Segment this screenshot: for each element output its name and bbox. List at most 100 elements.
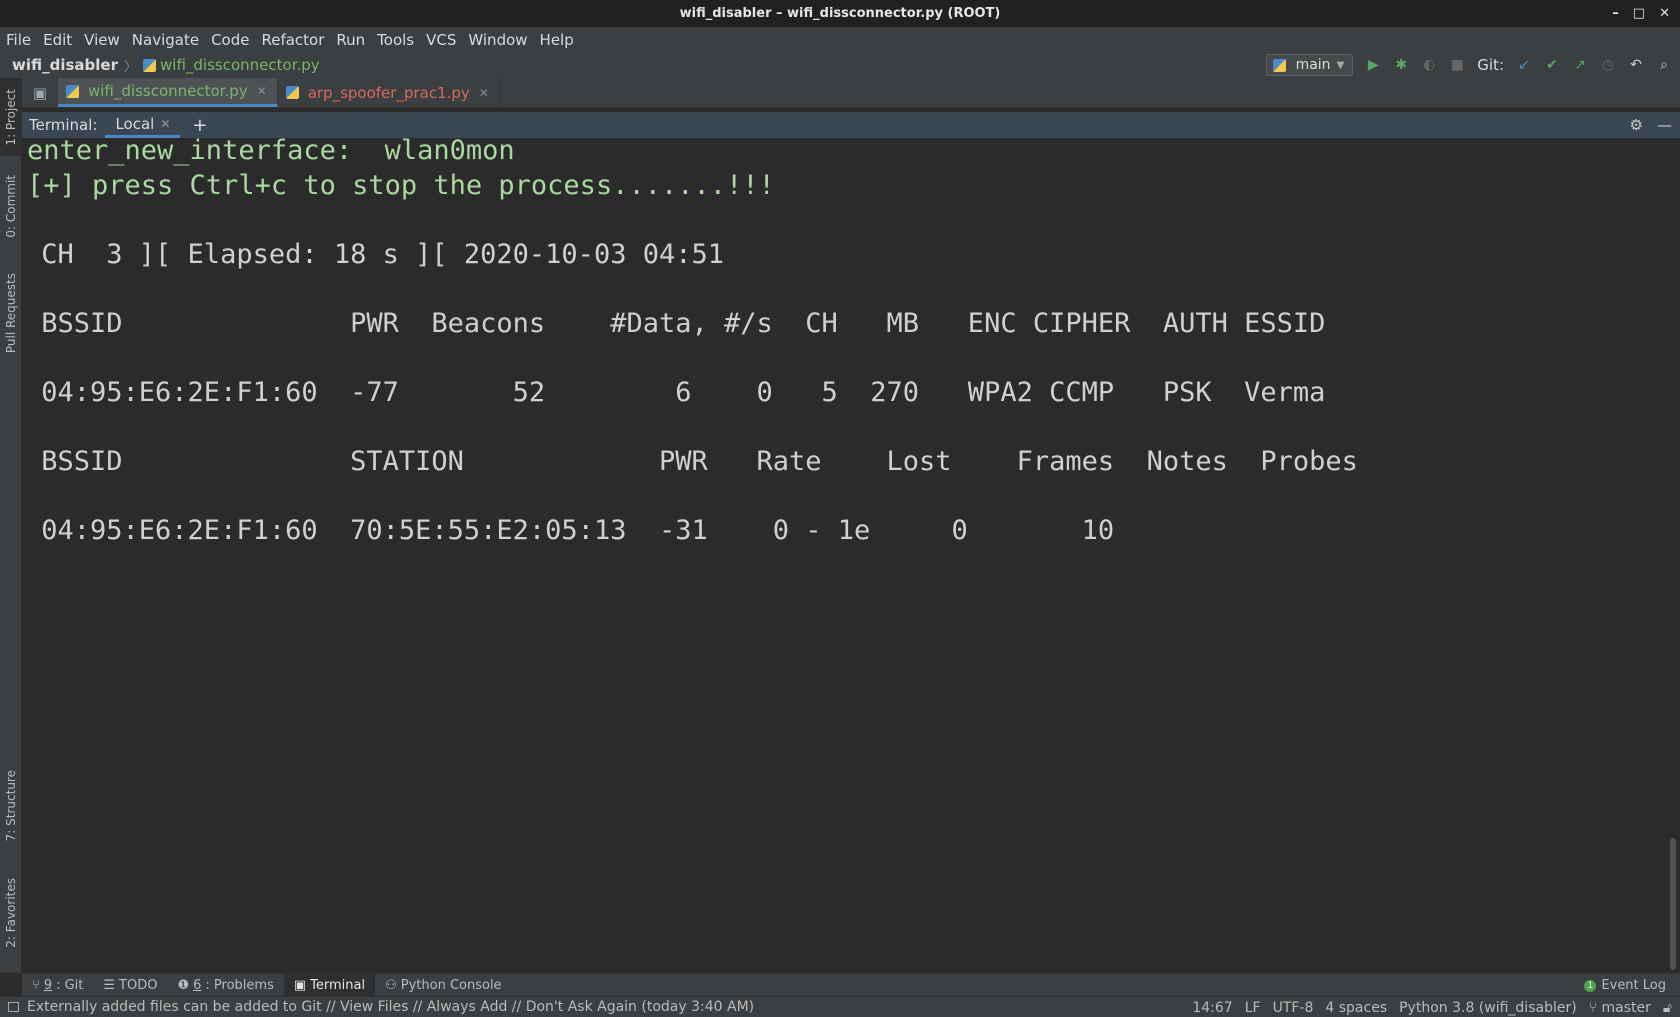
caret-position[interactable]: 14:67 [1192, 1000, 1232, 1016]
python-file-icon [143, 58, 157, 72]
close-tab-icon[interactable]: ✕ [257, 84, 267, 98]
tool-window-todo-label: TODO [119, 977, 158, 993]
terminal-line-station-header: BSSID STATION PWR Rate Lost Frames Notes… [25, 446, 1358, 477]
lock-icon[interactable]: 🔓︎ [1663, 1000, 1672, 1016]
stop-icon[interactable]: ■ [1449, 57, 1465, 73]
menu-view[interactable]: View [84, 31, 120, 49]
terminal-icon: ▣ [293, 977, 307, 993]
breadcrumb-file[interactable]: wifi_dissconnector.py [160, 56, 320, 74]
terminal-line-interface: enter_new_interface: wlan0mon [27, 135, 515, 166]
close-tab-icon[interactable]: ✕ [160, 117, 170, 131]
terminal-output[interactable]: enter_new_interface: wlan0mon [+] press … [22, 135, 1680, 973]
indent-setting[interactable]: 4 spaces [1325, 1000, 1387, 1016]
terminal-line-status: CH 3 ][ Elapsed: 18 s ][ 2020-10-03 04:5… [25, 239, 724, 270]
search-icon[interactable]: ⌕ [1656, 57, 1672, 73]
tool-tab-commit-label: 0: Commit [4, 174, 18, 238]
terminal-line-stop-hint: [+] press Ctrl+c to stop the process....… [27, 170, 775, 201]
git-branch-widget[interactable]: ⑂ master [1589, 1000, 1651, 1016]
tool-tab-project[interactable]: 1: Project [0, 78, 22, 156]
gear-icon[interactable]: ⚙ [1630, 116, 1643, 134]
toggle-tool-windows-icon[interactable] [8, 1002, 19, 1012]
close-button[interactable]: ✕ [1659, 0, 1670, 27]
git-branch-name: master [1601, 999, 1651, 1016]
terminal-scrollbar[interactable] [1670, 838, 1676, 970]
git-update-icon[interactable]: ↙ [1516, 57, 1532, 73]
coverage-icon[interactable]: ◐ [1421, 57, 1437, 73]
breadcrumb-separator-icon: 〉 [124, 59, 138, 75]
hide-icon[interactable]: — [1657, 116, 1672, 134]
tool-tab-structure[interactable]: 7: Structure [0, 761, 22, 851]
python-icon [1272, 58, 1286, 72]
tool-tab-pull-requests-label: Pull Requests [4, 272, 18, 354]
window-title: wifi_disabler – wifi_dissconnector.py (R… [679, 6, 1001, 21]
menu-refactor[interactable]: Refactor [261, 31, 324, 49]
menu-navigate[interactable]: Navigate [132, 31, 199, 49]
tool-window-bar: ⑂ 9: Git ☰ TODO ❶ 6: Problems ▣ Terminal… [22, 973, 1680, 997]
menu-run[interactable]: Run [336, 31, 365, 49]
list-icon: ☰ [103, 977, 116, 993]
tool-window-git-label: : Git [56, 977, 84, 993]
editor-tabs: ▣ wifi_dissconnector.py ✕ arp_spoofer_pr… [22, 78, 1680, 108]
run-configuration-select[interactable]: main ▼ [1265, 54, 1354, 76]
toolbar-actions: main ▼ ▶ ✱ ◐ ■ Git: ↙ ✔ ↗ ◷ ↶ ⌕ [1265, 54, 1672, 76]
python-file-icon [66, 84, 79, 98]
debug-icon[interactable]: ✱ [1393, 57, 1409, 73]
git-commit-icon[interactable]: ✔ [1544, 57, 1560, 73]
editor-tab-label: arp_spoofer_prac1.py [307, 83, 470, 102]
terminal-header-actions: ⚙ — [1630, 112, 1672, 138]
tool-window-problems-label: : Problems [205, 977, 274, 993]
terminal-line-ap-header: BSSID PWR Beacons #Data, #/s CH MB ENC C… [25, 308, 1326, 339]
status-message-area[interactable]: Externally added files can be added to G… [0, 999, 754, 1015]
minimize-button[interactable]: – [1612, 0, 1619, 27]
menu-help[interactable]: Help [540, 31, 574, 49]
menu-code[interactable]: Code [211, 31, 249, 49]
breadcrumb-project[interactable]: wifi_disabler [12, 56, 118, 74]
terminal-line-ap-row: 04:95:E6:2E:F1:60 -77 52 6 0 5 270 WPA2 … [25, 377, 1326, 408]
git-branch-icon: ⑂ [32, 977, 40, 993]
terminal-tab-label: Local [115, 114, 155, 133]
tool-window-python-console-label: Python Console [400, 977, 502, 993]
event-count-badge: 1 [1584, 979, 1597, 992]
editor-tab-wifi-dissconnector[interactable]: wifi_dissconnector.py ✕ [58, 78, 278, 107]
menu-file[interactable]: File [6, 31, 31, 49]
left-tool-strip: 1: Project 0: Commit Pull Requests 7: St… [0, 78, 22, 973]
history-icon[interactable]: ◷ [1600, 57, 1616, 73]
run-configuration-label: main [1295, 57, 1331, 73]
chevron-down-icon: ▼ [1336, 59, 1345, 71]
menu-vcs[interactable]: VCS [426, 31, 456, 49]
tool-window-terminal[interactable]: ▣ Terminal [283, 973, 376, 997]
git-label: Git: [1477, 56, 1504, 74]
tool-tab-favorites[interactable]: 2: Favorites [0, 865, 22, 960]
title-bar: wifi_disabler – wifi_dissconnector.py (R… [0, 0, 1680, 27]
tool-window-git[interactable]: ⑂ 9: Git [22, 974, 93, 997]
tool-tab-structure-label: 7: Structure [4, 770, 18, 842]
terminal-label: Terminal: [29, 116, 98, 134]
python-interpreter[interactable]: Python 3.8 (wifi_disabler) [1399, 1000, 1577, 1016]
line-ending[interactable]: LF [1245, 1000, 1261, 1016]
tool-window-todo[interactable]: ☰ TODO [93, 974, 167, 997]
tool-window-event-log-label: Event Log [1601, 978, 1666, 993]
tool-tab-commit[interactable]: 0: Commit [0, 166, 22, 246]
editor-tab-arp-spoofer[interactable]: arp_spoofer_prac1.py ✕ [278, 78, 500, 107]
tool-window-terminal-label: Terminal [310, 977, 366, 993]
editor-icon[interactable]: ▣ [22, 78, 58, 107]
tool-tab-pull-requests[interactable]: Pull Requests [0, 263, 22, 363]
git-branch-icon: ⑂ [1588, 999, 1602, 1016]
tool-window-event-log[interactable]: 1 Event Log [1584, 974, 1666, 997]
navigation-bar: wifi_disabler 〉 wifi_dissconnector.py ma… [0, 52, 1680, 78]
tool-window-problems[interactable]: ❶ 6: Problems [167, 974, 283, 997]
git-push-icon[interactable]: ↗ [1572, 57, 1588, 73]
status-message: Externally added files can be added to G… [27, 999, 755, 1015]
tool-tab-favorites-label: 2: Favorites [4, 877, 18, 948]
rollback-icon[interactable]: ↶ [1628, 57, 1644, 73]
menu-window[interactable]: Window [468, 31, 527, 49]
menu-edit[interactable]: Edit [43, 31, 72, 49]
tool-window-python-console[interactable]: ⚇ Python Console [375, 974, 511, 997]
new-terminal-tab-button[interactable]: + [192, 115, 207, 136]
close-tab-icon[interactable]: ✕ [479, 86, 489, 100]
menu-tools[interactable]: Tools [377, 31, 414, 49]
file-encoding[interactable]: UTF-8 [1273, 1000, 1314, 1016]
maximize-button[interactable]: □ [1633, 0, 1645, 27]
python-console-icon: ⚇ [385, 977, 397, 993]
run-icon[interactable]: ▶ [1365, 57, 1381, 73]
